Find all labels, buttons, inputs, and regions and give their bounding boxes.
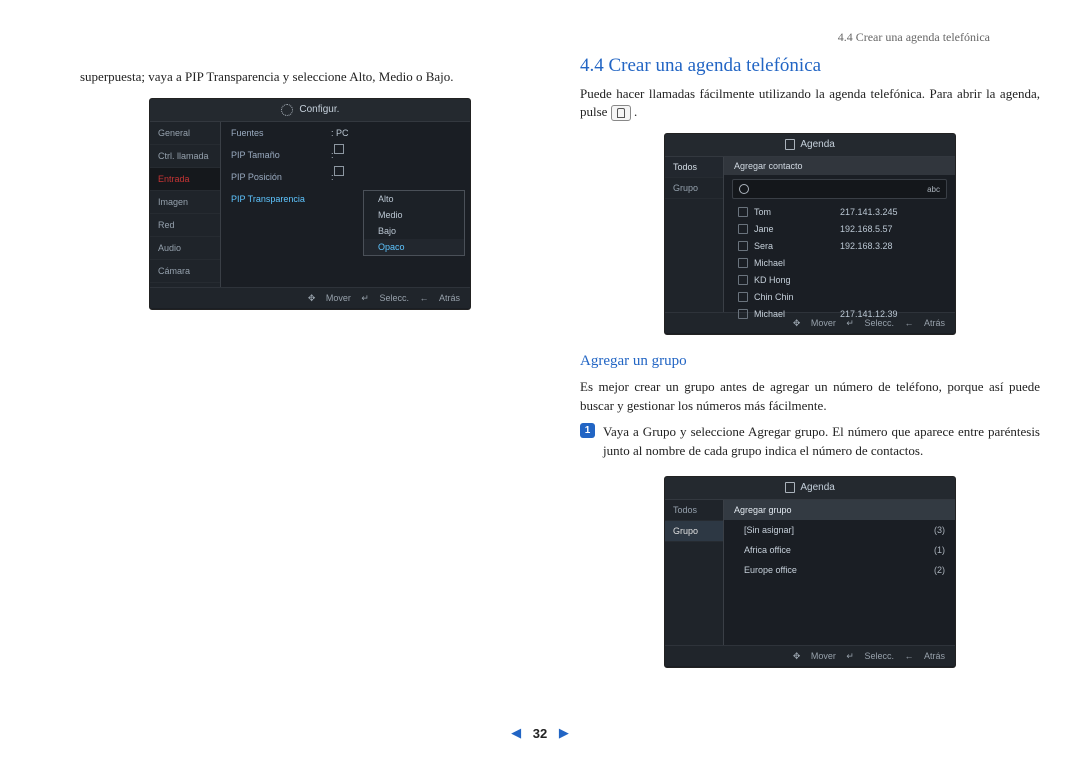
abc-label: abc [927,185,940,194]
agenda1-screenshot: Agenda Todos Grupo Agregar contacto abc … [664,133,956,335]
agenda1-addbar: Agregar contacto [724,157,955,175]
popup-alto: Alto [364,191,464,207]
agenda2-head: Agregar grupo [724,500,955,520]
contact-row: Michael [724,254,955,271]
agenda2-side: Todos Grupo [665,500,724,645]
book-icon [785,139,795,150]
checkbox-icon [738,241,748,251]
agenda2-footer: ✥ Mover ↵ Selecc. ← Atrás [665,645,955,666]
step-badge-1: 1 [580,423,595,438]
side-imagen: Imagen [150,191,220,214]
side2-todos: Todos [665,500,723,521]
page-number: 32 [533,726,547,741]
contact-row: Michael217.141.12.39 [724,305,955,322]
config-footer: ✥ Mover ↵ Selecc. ← Atrás [150,287,470,308]
book-icon [785,482,795,493]
row-fuentes-val: : PC [331,122,349,144]
right-column: 4.4 Crear una agenda telefónica Puede ha… [580,30,1040,680]
side2-grupo: Grupo [665,521,723,542]
agenda1-title-text: Agenda [800,139,834,150]
agenda2-screenshot: Agenda Todos Grupo Agregar grupo [Sin as… [664,476,956,668]
contact-row: Tom217.141.3.245 [724,203,955,220]
group-row: [Sin asignar](3) [724,520,955,540]
p1b: . [634,104,637,119]
group-row: Africa office(1) [724,540,955,560]
agenda1-side: Todos Grupo [665,157,724,312]
left-column: superpuesta; vaya a PIP Transparencia y … [80,30,540,680]
agenda2-main: Agregar grupo [Sin asignar](3) Africa of… [724,500,955,645]
checkbox-icon [738,292,748,302]
contact-row: KD Hong [724,271,955,288]
side-entrada: Entrada [150,168,220,191]
side-red: Red [150,214,220,237]
checkbox-icon [738,309,748,319]
side-todos: Todos [665,157,723,178]
side-ctrl: Ctrl. llamada [150,145,220,168]
foot-move: ✥ Mover [308,293,351,303]
popup-opaco: Opaco [364,239,464,255]
next-page-icon[interactable]: ▶ [559,725,569,741]
config-title: Configur. [150,99,470,122]
piptam-icon [334,144,344,154]
agenda1-search: abc [732,179,947,199]
header-breadcrumb: 4.4 Crear una agenda telefónica [838,30,990,45]
contact-row: Chin Chin [724,288,955,305]
gear-icon [281,104,293,116]
config-main: Fuentes: PC PIP Tamaño: PIP Posición: PI… [221,122,470,287]
checkbox-icon [738,207,748,217]
left-intro-text: superpuesta; vaya a PIP Transparencia y … [80,68,540,86]
prev-page-icon[interactable]: ◀ [511,725,521,741]
side-audio: Audio [150,237,220,260]
p2: Es mejor crear un grupo antes de agregar… [580,378,1040,414]
checkbox-icon [738,224,748,234]
foot-back: ← Atrás [419,293,460,303]
config-title-text: Configur. [299,104,339,115]
transparency-popup: Alto Medio Bajo Opaco [363,190,465,256]
pippos-icon [334,166,344,176]
phonebook-button-icon [611,105,631,121]
p1: Puede hacer llamadas fácilmente utilizan… [580,85,1040,121]
agenda1-title: Agenda [665,134,955,157]
popup-bajo: Bajo [364,223,464,239]
contact-row: Sera192.168.3.28 [724,237,955,254]
contact-row: Jane192.168.5.57 [724,220,955,237]
group-row: Europe office(2) [724,560,955,580]
section-heading: 4.4 Crear una agenda telefónica [580,55,1040,77]
row-pippos: PIP Posición [231,166,331,188]
row-piptrans: PIP Transparencia [231,188,331,210]
config-sidebar: General Ctrl. llamada Entrada Imagen Red… [150,122,221,287]
side-camara: Cámara [150,260,220,283]
row-fuentes: Fuentes [231,122,331,144]
checkbox-icon [738,275,748,285]
side-general: General [150,122,220,145]
agenda2-title-text: Agenda [800,482,834,493]
page-footer: ◀ 32 ▶ [0,724,1080,741]
side-grupo: Grupo [665,178,723,199]
search-icon [739,184,749,194]
agenda2-title: Agenda [665,477,955,500]
foot-select: ↵ Selecc. [361,293,409,303]
config-screenshot: Configur. General Ctrl. llamada Entrada … [149,98,471,310]
step1: 1 Vaya a Grupo y seleccione Agregar grup… [580,423,1040,461]
subsection-heading: Agregar un grupo [580,353,1040,370]
checkbox-icon [738,258,748,268]
row-piptam: PIP Tamaño [231,144,331,166]
popup-medio: Medio [364,207,464,223]
step1-text: Vaya a Grupo y seleccione Agregar grupo.… [603,423,1040,461]
page-body: superpuesta; vaya a PIP Transparencia y … [0,0,1080,700]
p1a: Puede hacer llamadas fácilmente utilizan… [580,86,1040,119]
agenda1-main: Agregar contacto abc Tom217.141.3.245 Ja… [724,157,955,312]
